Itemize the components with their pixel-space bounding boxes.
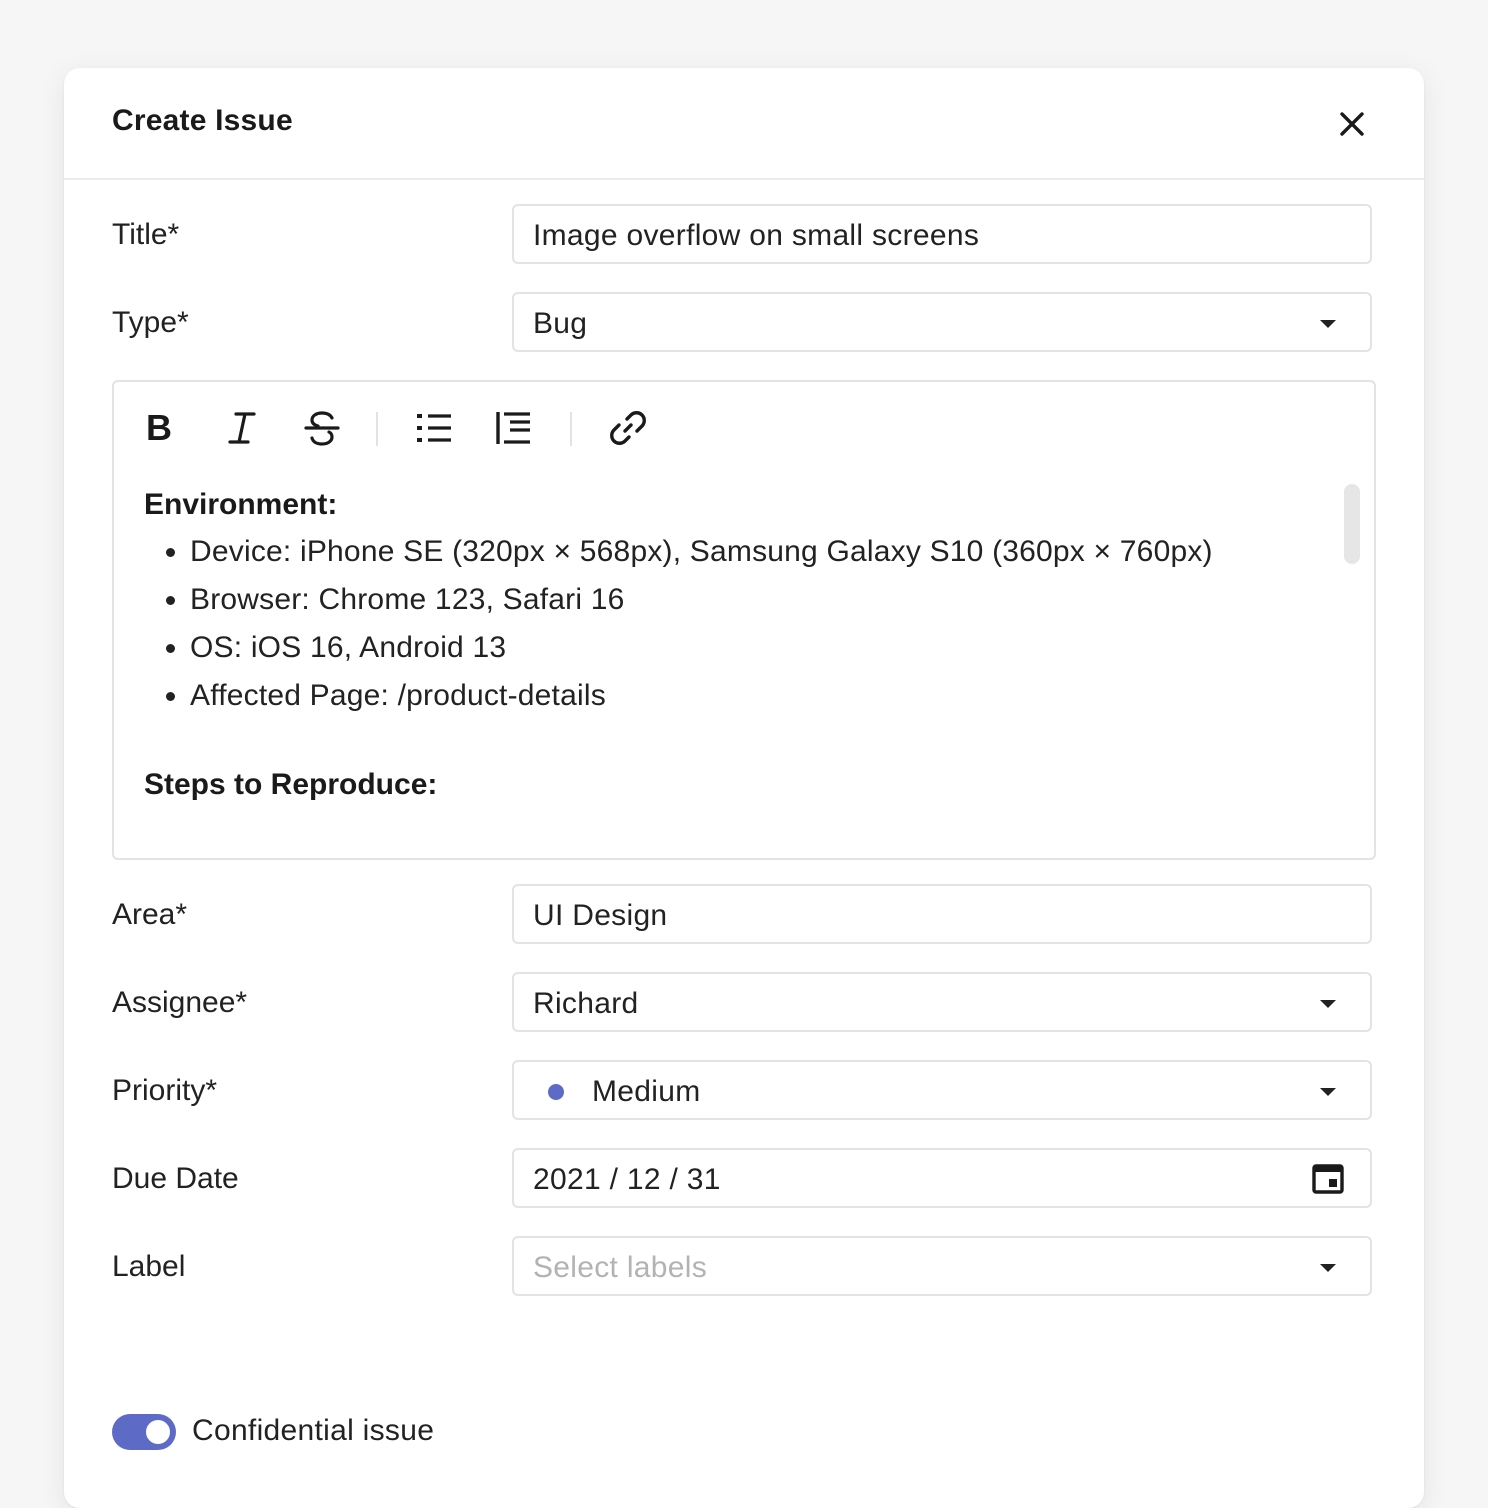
priority-row: Priority* Medium (112, 1060, 1376, 1124)
list-item: OS: iOS 16, Android 13 (190, 624, 1324, 672)
list-item: Browser: Chrome 123, Safari 16 (190, 576, 1324, 624)
toolbar-divider (376, 412, 378, 446)
type-row: Type* Bug (112, 292, 1376, 356)
list-item: Device: iPhone SE (320px × 568px), Samsu… (190, 528, 1324, 576)
assignee-value: Richard (533, 987, 639, 1020)
area-input[interactable]: UI Design (512, 884, 1372, 944)
title-row: Title* Image overflow on small screens (112, 204, 1376, 268)
bullet-list-icon[interactable] (414, 408, 454, 448)
calendar-icon[interactable] (1312, 1164, 1344, 1194)
type-label: Type* (112, 306, 189, 339)
svg-text:B: B (146, 408, 172, 448)
confidential-label: Confidential issue (192, 1414, 435, 1447)
toolbar-divider (570, 412, 572, 446)
label-select[interactable]: Select labels (512, 1236, 1372, 1296)
due-date-input[interactable]: 2021 / 12 / 31 (512, 1148, 1372, 1208)
italic-icon[interactable] (222, 408, 262, 448)
label-label: Label (112, 1250, 186, 1283)
create-issue-modal: Create Issue Title* Image overflow on sm… (64, 68, 1424, 1508)
editor-scrollbar[interactable] (1344, 484, 1360, 564)
description-editor[interactable]: B Environment: • Device: iPhone SE (320p… (112, 380, 1376, 860)
due-date-label: Due Date (112, 1162, 239, 1195)
due-date-value: 2021 / 12 / 31 (533, 1163, 721, 1196)
priority-select[interactable]: Medium (512, 1060, 1372, 1120)
priority-dot (548, 1084, 564, 1100)
numbered-list-icon[interactable] (494, 408, 534, 448)
type-value: Bug (533, 307, 588, 340)
modal-header: Create Issue (64, 68, 1424, 180)
confidential-toggle[interactable] (112, 1414, 176, 1450)
assignee-row: Assignee* Richard (112, 972, 1376, 1036)
editor-content[interactable]: Environment: Device: iPhone SE (320px × … (144, 488, 1324, 808)
list-item: Affected Page: /product-details (190, 672, 1324, 720)
area-label: Area* (112, 898, 188, 931)
title-label: Title* (112, 218, 180, 251)
toggle-knob (146, 1420, 170, 1444)
environment-list: Device: iPhone SE (320px × 568px), Samsu… (144, 528, 1324, 720)
label-row: Label Select labels (112, 1236, 1376, 1300)
assignee-label: Assignee* (112, 986, 248, 1019)
priority-label: Priority* (112, 1074, 218, 1107)
type-select[interactable]: Bug (512, 292, 1372, 352)
area-value: UI Design (533, 899, 668, 932)
priority-value: Medium (592, 1075, 701, 1108)
label-placeholder: Select labels (533, 1251, 707, 1284)
environment-heading: Environment: (144, 488, 338, 521)
chevron-down-icon (1320, 1264, 1336, 1272)
title-input[interactable]: Image overflow on small screens (512, 204, 1372, 264)
area-row: Area* UI Design (112, 884, 1376, 948)
chevron-down-icon (1320, 1088, 1336, 1096)
title-value: Image overflow on small screens (533, 219, 980, 252)
close-icon[interactable] (1336, 108, 1368, 140)
chevron-down-icon (1320, 320, 1336, 328)
link-icon[interactable] (608, 408, 648, 448)
modal-title: Create Issue (112, 104, 293, 137)
steps-heading: Steps to Reproduce: (144, 768, 438, 801)
strikethrough-icon[interactable] (302, 408, 342, 448)
bold-icon[interactable]: B (142, 407, 182, 448)
chevron-down-icon (1320, 1000, 1336, 1008)
assignee-select[interactable]: Richard (512, 972, 1372, 1032)
due-date-row: Due Date 2021 / 12 / 31 (112, 1148, 1376, 1212)
